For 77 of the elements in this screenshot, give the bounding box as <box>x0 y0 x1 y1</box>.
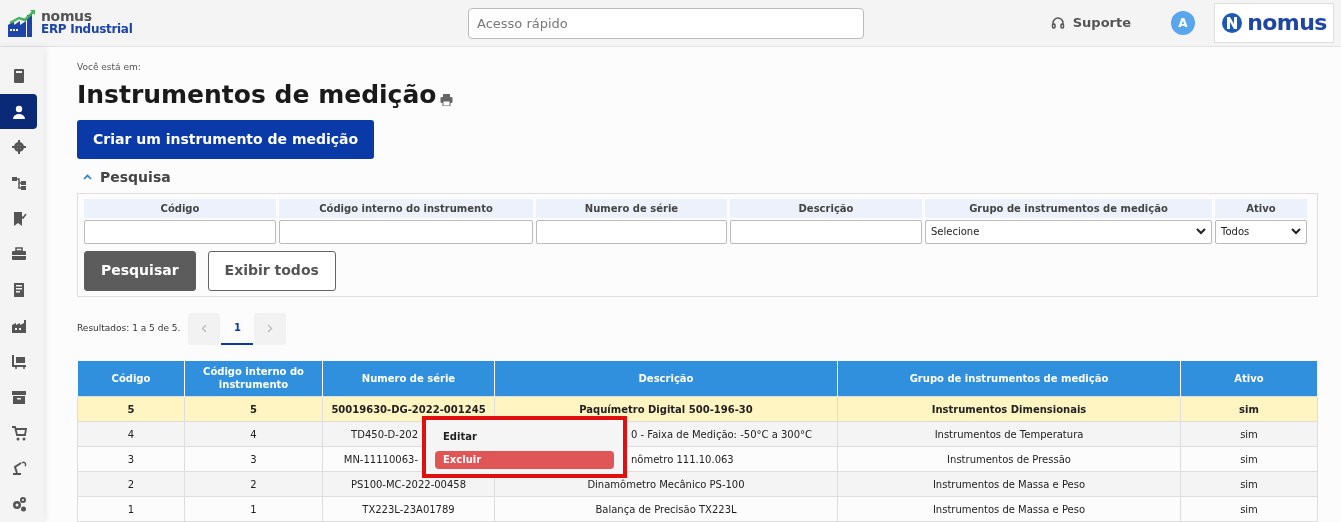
factory-icon <box>10 317 27 334</box>
table-cell: 2 <box>250 478 257 490</box>
headset-icon <box>1050 16 1065 30</box>
table-cell: 4 <box>250 428 257 440</box>
search-button[interactable]: Pesquisar <box>84 250 196 291</box>
show-all-button[interactable]: Exibir todos <box>207 250 336 291</box>
table-cell: PS100-MC-2022-00458 <box>350 478 467 490</box>
create-button[interactable]: Criar um instrumento de medição <box>77 119 375 159</box>
table-cell: Balança de Precisão TX223L <box>595 503 737 515</box>
input-field[interactable] <box>84 219 276 244</box>
briefcase-icon <box>10 246 27 263</box>
user-icon <box>10 103 27 120</box>
page-title: Instrumentos de medição <box>77 78 437 111</box>
cart-icon <box>10 353 27 370</box>
table-cell: Instrumentos de Pressão <box>947 453 1071 465</box>
input-field[interactable] <box>279 219 533 244</box>
support-link[interactable]: Suporte <box>1050 13 1131 33</box>
table-row[interactable]: 5 5 50019630-DG-2022-001245 Paquímetro Digital 500-196-30 Instrumentos Dimensionais sim <box>77 396 1318 422</box>
table-cell: Instrumentos de Temperatura <box>934 428 1084 440</box>
field-label: Ativo <box>1215 198 1307 218</box>
table-cell: 0 - Faixa de Medição: -50°C a 300°C <box>631 428 813 440</box>
input-field[interactable] <box>730 219 922 244</box>
field-label: Código interno do instrumento <box>279 198 533 218</box>
diagram-icon <box>10 174 27 191</box>
breadcrumb: Você está em: <box>77 61 142 74</box>
field-label: Descrição <box>730 198 922 218</box>
table-cell: sim <box>1239 403 1259 415</box>
field-label: Grupo de instrumentos de medição <box>925 198 1212 218</box>
gears-icon <box>10 496 27 513</box>
search-field[interactable]: Acesso rápido <box>468 7 864 39</box>
chevron-down-icon <box>1196 228 1206 235</box>
archive-icon <box>10 389 27 406</box>
table-cell: MN-11110063- <box>343 453 418 465</box>
table-row[interactable]: 1 1 TX223L-23A01789 Balança de Precisão TX223L Instrumentos de Massa e Peso sim <box>77 496 1318 522</box>
table-cell: Instrumentos de Massa e Peso <box>932 503 1086 515</box>
table-cell: 1 <box>127 503 135 515</box>
select-field[interactable]: Todos <box>1215 219 1307 244</box>
menu-item[interactable]: Editar <box>435 427 614 446</box>
brand-name: nomus <box>1247 12 1327 34</box>
results-count: Resultados: 1 a 5 de 5. <box>77 321 181 335</box>
table-cell: Instrumentos de Massa e Peso <box>932 478 1086 490</box>
chevron-right-icon <box>267 324 274 333</box>
table-cell: 1 <box>250 503 257 515</box>
table-cell: 50019630-DG-2022-001245 <box>331 403 486 415</box>
shopping-cart-icon <box>10 424 27 441</box>
table-cell: Paquímetro Digital 500-196-30 <box>579 403 753 415</box>
table-cell: sim <box>1240 428 1258 440</box>
table-cell: sim <box>1240 453 1258 465</box>
select-field[interactable]: Selecione <box>925 219 1212 244</box>
table-cell: TD450-D-202 <box>351 428 418 440</box>
sidebar-item[interactable] <box>0 93 37 130</box>
table-cell: sim <box>1240 503 1258 515</box>
robot-arm-icon <box>10 460 27 477</box>
logo-subtitle: ERP Industrial <box>41 23 133 36</box>
table-cell: 4 <box>127 428 135 440</box>
section-toggle[interactable]: Pesquisa <box>83 166 171 188</box>
field-label: Código <box>84 198 276 218</box>
table-cell: Dinamômetro Mecânico PS-100 <box>587 478 745 490</box>
n-logo-icon <box>1221 12 1244 34</box>
printer-icon[interactable] <box>440 93 454 106</box>
table-cell: 3 <box>250 453 257 465</box>
logo-name: nomus <box>41 10 92 23</box>
chevron-down-icon <box>1291 228 1301 235</box>
chevron-icon <box>83 174 92 180</box>
chevron-left-icon <box>201 324 208 333</box>
factory-logo-icon <box>7 9 37 37</box>
table-cell: 2 <box>127 478 135 490</box>
table-cell: nômetro 111.10.063 <box>631 453 734 465</box>
table-cell: TX223L-23A01789 <box>362 503 455 515</box>
input-field[interactable] <box>536 219 727 244</box>
menu-item[interactable]: Excluir <box>435 450 614 469</box>
table-cell: Instrumentos Dimensionais <box>931 403 1087 415</box>
table-cell: 5 <box>127 403 135 415</box>
table-cell: 5 <box>250 403 257 415</box>
table-cell: sim <box>1240 478 1258 490</box>
table-cell: 3 <box>127 453 135 465</box>
field-label: Numero de série <box>536 198 727 218</box>
